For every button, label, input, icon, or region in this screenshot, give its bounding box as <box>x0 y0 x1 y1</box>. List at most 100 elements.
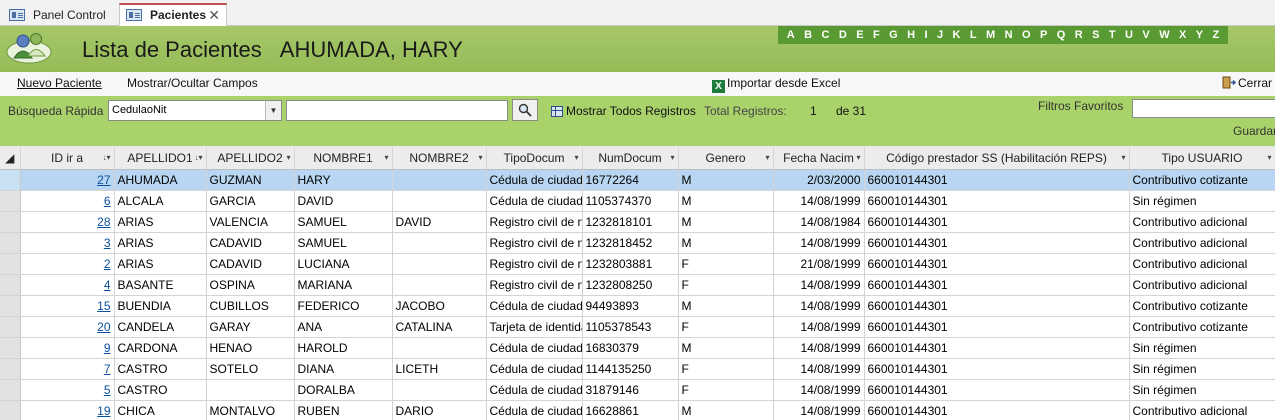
alphabet-letter-o[interactable]: O <box>1022 29 1031 41</box>
record-selector[interactable] <box>0 211 21 233</box>
table-cell[interactable]: Tarjeta de identidad <box>486 316 583 338</box>
table-cell[interactable]: 1105378543 <box>582 316 679 338</box>
chevron-down-icon[interactable]: ▾ <box>574 153 578 162</box>
table-cell[interactable]: SOTELO <box>206 358 295 380</box>
alphabet-letter-u[interactable]: U <box>1125 29 1133 41</box>
table-cell[interactable]: 14/08/1999 <box>773 190 865 212</box>
record-selector[interactable] <box>0 400 21 420</box>
alphabet-letter-p[interactable]: P <box>1040 29 1047 41</box>
table-cell[interactable]: 6 <box>20 190 115 212</box>
table-cell[interactable]: 21/08/1999 <box>773 253 865 275</box>
sort-ascending-icon[interactable]: ↓▾ <box>194 153 202 162</box>
table-cell[interactable]: 7 <box>20 358 115 380</box>
chevron-down-icon[interactable]: ▾ <box>286 153 290 162</box>
table-row[interactable]: 27 AHUMADAGUZMANHARY Cédula de ciudadanía1… <box>0 169 1275 191</box>
table-row[interactable]: 19 CHICA MONTALVO RUBEN DARIO Cédula de ciuda… <box>0 400 1275 420</box>
table-cell[interactable]: ALCALA <box>114 190 207 212</box>
alphabet-letter-v[interactable]: V <box>1142 29 1149 41</box>
table-cell[interactable]: MONTALVO <box>206 400 295 420</box>
table-cell[interactable]: DIANA <box>294 358 393 380</box>
column-header[interactable]: Genero ▾ <box>678 148 774 170</box>
table-cell[interactable]: 20 <box>20 316 115 338</box>
table-cell[interactable]: F <box>678 253 774 275</box>
table-cell[interactable]: RUBEN <box>294 400 393 420</box>
table-cell[interactable]: Registro civil de nacimiento <box>486 274 583 296</box>
table-cell[interactable] <box>206 379 295 401</box>
table-cell[interactable]: CANDELA <box>114 316 207 338</box>
chevron-down-icon[interactable]: ▼ <box>265 101 281 120</box>
table-cell[interactable]: 660010144301 <box>864 190 1130 212</box>
column-header[interactable]: Tipo USUARIO ▾ <box>1129 148 1275 170</box>
table-cell[interactable]: 1232803881 <box>582 253 679 275</box>
table-cell[interactable]: Contributivo cotizante <box>1129 295 1275 317</box>
alphabet-letter-b[interactable]: B <box>804 29 812 41</box>
table-cell[interactable]: GARCIA <box>206 190 295 212</box>
table-cell[interactable]: 1232818452 <box>582 232 679 254</box>
table-row[interactable]: 4BASANTEOSPINAMARIANA Registro civil de n… <box>0 274 1275 296</box>
table-cell[interactable]: 660010144301 <box>864 211 1130 233</box>
table-cell[interactable]: 660010144301 <box>864 274 1130 296</box>
goto-record-link[interactable]: 28 <box>97 215 110 229</box>
column-header[interactable]: APELLIDO2 ▾ <box>206 148 295 170</box>
close-tab-icon[interactable]: ✕ <box>208 7 220 24</box>
column-header[interactable]: NumDocum ▾ <box>582 148 679 170</box>
table-cell[interactable]: 14/08/1999 <box>773 379 865 401</box>
table-cell[interactable]: DORALBA <box>294 379 393 401</box>
table-cell[interactable]: M <box>678 337 774 359</box>
record-selector[interactable] <box>0 379 21 401</box>
search-field-dropdown[interactable]: CedulaoNit ▼ <box>108 100 282 121</box>
table-cell[interactable]: SAMUEL <box>294 232 393 254</box>
table-cell[interactable]: 1144135250 <box>582 358 679 380</box>
favorite-filters-input[interactable] <box>1132 99 1275 118</box>
table-cell[interactable]: CUBILLOS <box>206 295 295 317</box>
record-selector[interactable] <box>0 190 21 212</box>
table-cell[interactable]: Sin régimen <box>1129 337 1275 359</box>
alphabet-letter-d[interactable]: D <box>839 29 847 41</box>
table-cell[interactable]: 14/08/1999 <box>773 400 865 420</box>
table-cell[interactable]: CADAVID <box>206 253 295 275</box>
table-cell[interactable]: M <box>678 211 774 233</box>
record-selector[interactable] <box>0 295 21 317</box>
table-cell[interactable]: Contributivo cotizante <box>1129 316 1275 338</box>
table-cell[interactable]: 14/08/1984 <box>773 211 865 233</box>
record-selector[interactable] <box>0 232 21 254</box>
table-row[interactable]: 2ARIASCADAVIDLUCIANA Registro civil de na… <box>0 253 1275 275</box>
sort-ascending-icon[interactable]: ↓▾ <box>102 153 110 162</box>
goto-record-link[interactable]: 19 <box>97 404 110 418</box>
search-input[interactable] <box>286 100 508 121</box>
table-cell[interactable]: Contributivo adicional <box>1129 400 1275 420</box>
table-cell[interactable] <box>392 274 487 296</box>
table-cell[interactable]: DAVID <box>392 211 487 233</box>
alphabet-letter-e[interactable]: E <box>856 29 863 41</box>
goto-record-link[interactable]: 9 <box>104 341 111 355</box>
table-cell[interactable]: Cédula de ciudadanía <box>486 169 583 191</box>
table-cell[interactable]: 2/03/2000 <box>773 169 865 191</box>
table-cell[interactable]: Sin régimen <box>1129 358 1275 380</box>
goto-record-link[interactable]: 5 <box>104 383 111 397</box>
table-cell[interactable]: GUZMAN <box>206 169 295 191</box>
table-cell[interactable]: M <box>678 400 774 420</box>
alphabet-letter-a[interactable]: A <box>787 29 795 41</box>
table-cell[interactable]: ARIAS <box>114 211 207 233</box>
table-cell[interactable] <box>392 253 487 275</box>
column-header[interactable]: Código prestador SS (Habilitación REPS) ▾ <box>864 148 1130 170</box>
table-row[interactable]: 28 ARIAS VALENCIA SAMUEL DAVID Registro civil… <box>0 211 1275 233</box>
table-cell[interactable]: 14/08/1999 <box>773 232 865 254</box>
table-row[interactable]: 20 CANDELA GARAY ANA CATALINA Tarjeta de iden… <box>0 316 1275 338</box>
table-cell[interactable]: CADAVID <box>206 232 295 254</box>
table-cell[interactable]: 14/08/1999 <box>773 316 865 338</box>
table-cell[interactable]: 2 <box>20 253 115 275</box>
table-cell[interactable]: MARIANA <box>294 274 393 296</box>
table-cell[interactable]: CHICA <box>114 400 207 420</box>
table-cell[interactable]: F <box>678 358 774 380</box>
table-cell[interactable]: 660010144301 <box>864 253 1130 275</box>
table-cell[interactable] <box>392 337 487 359</box>
table-cell[interactable]: F <box>678 316 774 338</box>
table-cell[interactable]: 9 <box>20 337 115 359</box>
table-row[interactable]: 15 BUENDIA CUBILLOS FEDERICO JACOBO Cédula de… <box>0 295 1275 317</box>
table-cell[interactable]: JACOBO <box>392 295 487 317</box>
chevron-down-icon[interactable]: ▾ <box>384 153 388 162</box>
table-cell[interactable]: DAVID <box>294 190 393 212</box>
record-selector[interactable] <box>0 316 21 338</box>
goto-record-link[interactable]: 2 <box>104 257 111 271</box>
